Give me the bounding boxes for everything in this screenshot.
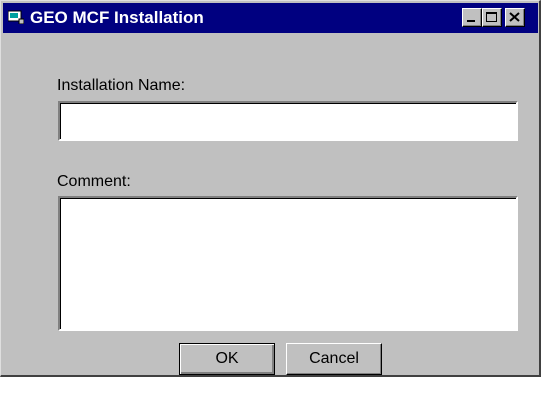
maximize-button[interactable] xyxy=(482,8,502,27)
app-icon xyxy=(8,10,24,24)
ok-button[interactable]: OK xyxy=(179,343,275,375)
maximize-icon xyxy=(486,12,497,22)
installation-name-input[interactable] xyxy=(58,101,518,141)
minimize-button[interactable] xyxy=(462,8,482,27)
cancel-button[interactable]: Cancel xyxy=(286,343,382,375)
dialog-window: GEO MCF Installation Installation Name: … xyxy=(0,0,541,377)
installation-name-label: Installation Name: xyxy=(57,77,186,94)
close-icon xyxy=(509,12,520,22)
close-button[interactable] xyxy=(505,8,525,27)
title-bar[interactable]: GEO MCF Installation xyxy=(3,3,538,33)
window-title: GEO MCF Installation xyxy=(30,8,204,27)
comment-label: Comment: xyxy=(57,173,131,190)
comment-textarea[interactable] xyxy=(58,196,518,331)
minimize-icon xyxy=(467,20,475,22)
